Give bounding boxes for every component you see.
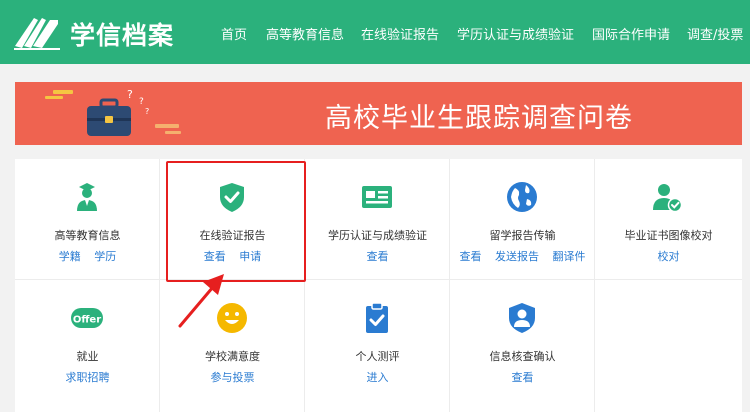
user-check-icon (653, 184, 683, 213)
top-header: 学信档案 首页 高等教育信息 在线验证报告 学历认证与成绩验证 国际合作申请 调… (0, 0, 750, 64)
offer-icon-label: Offer (73, 315, 101, 326)
svg-text:?: ? (145, 107, 149, 116)
main-nav: 首页 高等教育信息 在线验证报告 学历认证与成绩验证 国际合作申请 调查/投票 (0, 24, 750, 44)
nav-home[interactable]: 首页 (221, 24, 247, 43)
user-shield-icon (509, 303, 535, 333)
survey-banner[interactable]: ? ? ? 高校毕业生跟踪调查问卷 (15, 82, 742, 145)
service-links: 进入 (305, 369, 450, 385)
service-title: 信息核查确认 (489, 350, 556, 363)
service-higher-education: 高等教育信息 学籍 学历 (15, 159, 160, 280)
service-links: 查看 发送报告 翻译件 (450, 248, 595, 264)
link-student-status[interactable]: 学籍 (59, 250, 81, 263)
offer-icon: Offer (71, 308, 103, 328)
globe-icon (507, 182, 537, 212)
service-links: 查看 (450, 369, 595, 385)
banner-title: 高校毕业生跟踪调查问卷 (325, 103, 633, 134)
service-title: 高等教育信息 (54, 229, 121, 242)
nav-degree-certification[interactable]: 学历认证与成绩验证 (457, 24, 574, 43)
link-academic-degree[interactable]: 学历 (94, 250, 116, 263)
link-view-verification[interactable]: 查看 (512, 371, 534, 384)
service-links: 参与投票 (160, 369, 305, 385)
link-job-recruitment[interactable]: 求职招聘 (66, 371, 110, 384)
service-info-verification: 信息核查确认 查看 (450, 280, 595, 412)
service-personal-assessment: 个人测评 进入 (305, 280, 450, 412)
service-grid: 高等教育信息 学籍 学历 在线验证报告 查看 申请 学历认证与成绩验证 查看 留… (15, 159, 742, 412)
id-card-icon (362, 186, 392, 208)
link-view-transfer[interactable]: 查看 (460, 250, 482, 263)
highlight-box (166, 161, 306, 282)
graduate-user-icon (77, 183, 97, 211)
link-send-report[interactable]: 发送报告 (495, 250, 539, 263)
service-links: 学籍 学历 (15, 248, 160, 264)
svg-text:?: ? (127, 88, 133, 101)
service-links: 查看 (305, 248, 450, 264)
service-title: 就业 (76, 350, 99, 363)
clipboard-check-icon (366, 302, 388, 333)
empty-cell (595, 280, 742, 412)
service-links: 校对 (595, 248, 742, 264)
service-school-satisfaction: 学校满意度 参与投票 (160, 280, 305, 412)
nav-online-report[interactable]: 在线验证报告 (361, 24, 439, 43)
nav-international-cooperation[interactable]: 国际合作申请 (592, 24, 670, 43)
nav-higher-education[interactable]: 高等教育信息 (266, 24, 344, 43)
service-certificate-image-check: 毕业证书图像校对 校对 (595, 159, 742, 280)
service-employment: Offer 就业 求职招聘 (15, 280, 160, 412)
link-view-certification[interactable]: 查看 (367, 250, 389, 263)
service-title: 个人测评 (355, 350, 400, 363)
service-links: 求职招聘 (15, 369, 160, 385)
service-study-abroad-report: 留学报告传输 查看 发送报告 翻译件 (450, 159, 595, 280)
briefcase-illustration-icon: ? ? ? (45, 88, 181, 136)
smiley-icon (217, 303, 247, 333)
nav-survey-vote[interactable]: 调查/投票 (687, 24, 743, 43)
service-degree-certification: 学历认证与成绩验证 查看 (305, 159, 450, 280)
service-title: 学校满意度 (205, 350, 260, 363)
link-verify-certificate[interactable]: 校对 (658, 250, 680, 263)
link-translation[interactable]: 翻译件 (553, 250, 586, 263)
link-vote[interactable]: 参与投票 (211, 371, 255, 384)
link-enter-assessment[interactable]: 进入 (367, 371, 389, 384)
svg-text:?: ? (139, 97, 144, 107)
service-title: 学历认证与成绩验证 (328, 229, 427, 242)
service-title: 留学报告传输 (489, 229, 556, 242)
service-title: 毕业证书图像校对 (624, 229, 713, 242)
